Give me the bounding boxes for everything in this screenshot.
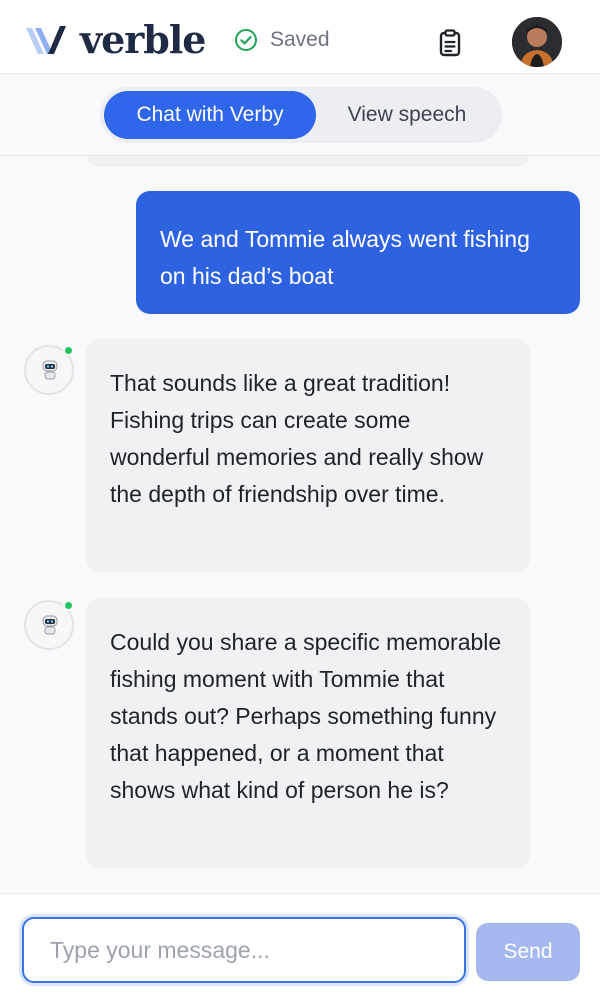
save-status: Saved xyxy=(234,28,330,52)
check-circle-icon xyxy=(235,29,257,51)
online-status-dot xyxy=(63,600,74,611)
user-message-bubble: We and Tommie always went fishing on his… xyxy=(136,191,580,314)
top-header: verble Saved xyxy=(0,0,600,74)
chat-thread[interactable]: We and Tommie always went fishing on his… xyxy=(0,157,600,893)
tab-switcher: Chat with Verby View speech xyxy=(100,87,502,143)
user-photo-icon xyxy=(512,17,562,67)
robot-icon xyxy=(42,360,58,380)
bot-avatar xyxy=(24,600,74,650)
previous-bot-message-bubble xyxy=(86,157,530,167)
send-button[interactable]: Send xyxy=(476,923,580,981)
message-input[interactable] xyxy=(22,917,466,983)
brand-name: verble xyxy=(80,17,206,62)
brand-logo[interactable]: verble xyxy=(24,17,206,62)
online-status-dot xyxy=(63,345,74,356)
clipboard-icon xyxy=(439,29,461,57)
clipboard-button[interactable] xyxy=(436,28,464,58)
save-status-label: Saved xyxy=(270,28,330,51)
tab-bar: Chat with Verby View speech xyxy=(0,74,600,156)
tab-chat-with-verby[interactable]: Chat with Verby xyxy=(104,91,316,139)
tab-view-speech[interactable]: View speech xyxy=(316,91,498,139)
bot-message-bubble: That sounds like a great tradition! Fish… xyxy=(86,339,530,572)
app-root: verble Saved Chat with Verby View speech… xyxy=(0,0,600,996)
verble-logo-mark-icon xyxy=(26,26,66,54)
robot-icon xyxy=(42,615,58,635)
bot-message-bubble: Could you share a specific memorable fis… xyxy=(86,598,530,868)
user-avatar[interactable] xyxy=(512,17,562,67)
message-composer: Send xyxy=(0,893,600,996)
bot-avatar xyxy=(24,345,74,395)
